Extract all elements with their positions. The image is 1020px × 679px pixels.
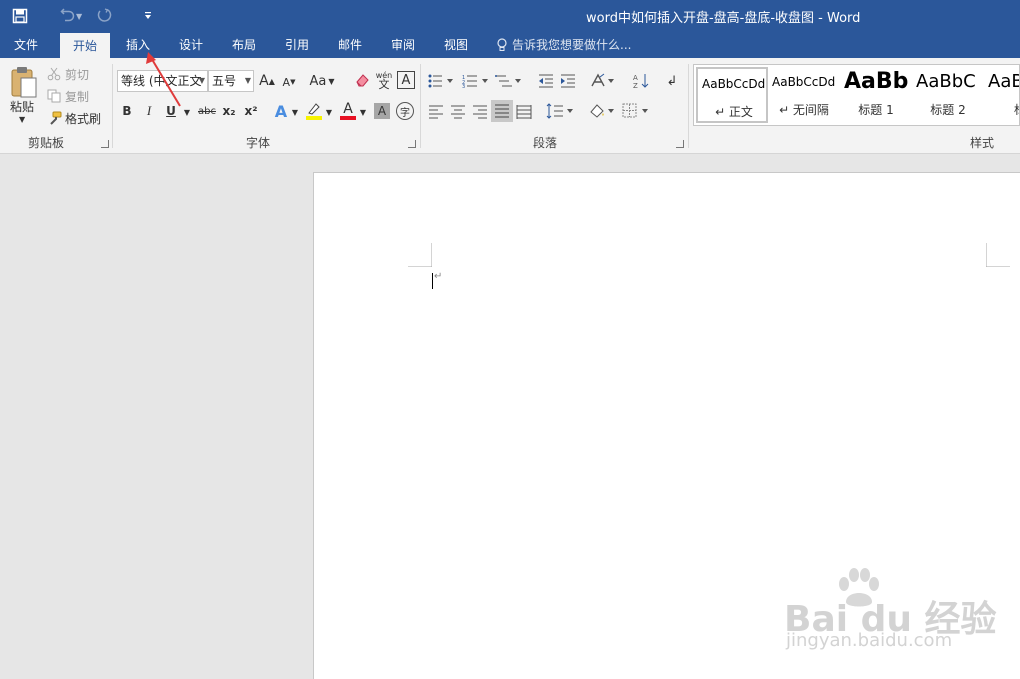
svg-text:A: A <box>633 74 638 82</box>
superscript-button[interactable]: x² <box>242 101 260 121</box>
clipboard-group-label: 剪贴板 <box>28 136 65 150</box>
group-separator <box>688 64 689 148</box>
watermark-url: jingyan.baidu.com <box>786 630 953 651</box>
group-separator <box>420 64 421 148</box>
bold-button[interactable]: B <box>119 101 135 121</box>
paste-label[interactable]: 粘贴 <box>10 98 34 115</box>
chinese-layout-icon[interactable] <box>589 71 617 91</box>
cut-label[interactable]: 剪切 <box>65 66 89 83</box>
annotation-arrow <box>146 52 181 107</box>
format-painter-icon[interactable] <box>46 110 62 126</box>
tab-home[interactable]: 开始 <box>60 33 110 58</box>
multilevel-list-icon[interactable] <box>495 72 523 90</box>
style-title[interactable]: AaB 标 <box>984 67 1019 123</box>
tab-view[interactable]: 视图 <box>432 32 480 58</box>
strikethrough-button[interactable]: abc <box>196 101 218 121</box>
decrease-indent-icon[interactable] <box>537 72 555 90</box>
copy-label[interactable]: 复制 <box>65 88 89 105</box>
styles-group-label: 样式 <box>970 136 995 150</box>
svg-text:Z: Z <box>633 82 638 89</box>
style-no-spacing[interactable]: AaBbCcDd ↵ 无间隔 <box>768 67 840 123</box>
numbering-icon[interactable]: 123 <box>461 72 491 90</box>
increase-indent-icon[interactable] <box>559 72 577 90</box>
customize-icon[interactable] <box>134 2 162 30</box>
text-effects-dropdown-icon[interactable]: ▼ <box>290 103 300 121</box>
distributed-icon[interactable] <box>515 103 533 121</box>
font-size-combobox[interactable]: 五号 ▼ <box>208 70 254 92</box>
font-color-icon[interactable]: A <box>338 100 358 122</box>
svg-text:3: 3 <box>462 84 465 88</box>
cut-icon[interactable] <box>46 66 62 82</box>
font-color-dropdown-icon[interactable]: ▼ <box>358 103 368 121</box>
text-cursor <box>432 273 433 289</box>
text-effects-icon[interactable]: A <box>272 101 290 121</box>
tab-mailings[interactable]: 邮件 <box>326 32 374 58</box>
highlight-color-icon[interactable] <box>304 100 324 122</box>
subscript-button[interactable]: x₂ <box>220 101 238 121</box>
enclose-characters-icon[interactable]: 字 <box>396 102 414 120</box>
group-separator <box>112 64 113 148</box>
redo-icon[interactable] <box>90 2 118 30</box>
font-size-value: 五号 <box>212 74 237 88</box>
paragraph-launcher-icon[interactable] <box>676 140 684 148</box>
change-case-icon[interactable]: Aa ▼ <box>308 71 336 91</box>
styles-gallery: AaBbCcDd ↵ 正文 AaBbCcDd ↵ 无间隔 AaBb 标题 1 A… <box>693 64 1020 126</box>
shading-icon[interactable] <box>587 101 617 121</box>
font-name-dropdown-icon[interactable]: ▼ <box>199 71 205 91</box>
sort-icon[interactable]: AZ <box>631 71 651 91</box>
save-icon[interactable] <box>6 2 34 30</box>
paste-icon[interactable] <box>8 66 40 100</box>
copy-icon[interactable] <box>46 88 62 104</box>
line-spacing-icon[interactable] <box>545 101 575 121</box>
tab-layout[interactable]: 布局 <box>220 32 268 58</box>
tab-file[interactable]: 文件 <box>0 32 52 58</box>
style-heading-2[interactable]: AaBbC 标题 2 <box>912 67 984 123</box>
character-border-icon[interactable]: A <box>397 71 415 89</box>
title-bar: ▼ word中如何插入开盘-盘高-盘底-收盘图 - Word <box>0 0 1020 32</box>
justify-icon[interactable] <box>491 100 513 122</box>
grow-font-icon[interactable]: A ▲ <box>259 71 275 91</box>
paste-dropdown-icon[interactable]: ▼ <box>19 115 25 124</box>
bullets-icon[interactable] <box>427 72 455 90</box>
paragraph-group-label: 段落 <box>533 136 558 150</box>
tell-me-text: 告诉我您想要做什么... <box>512 38 632 52</box>
align-center-icon[interactable] <box>449 103 467 121</box>
align-right-icon[interactable] <box>471 103 489 121</box>
paragraph-mark-icon: ↵ <box>434 271 443 282</box>
font-size-dropdown-icon[interactable]: ▼ <box>245 71 251 91</box>
clear-formatting-icon[interactable] <box>353 71 371 89</box>
undo-dropdown-icon[interactable]: ▼ <box>76 12 82 21</box>
show-paragraph-marks-icon[interactable]: ↲ <box>664 71 680 91</box>
phonetic-guide-icon[interactable]: wén 文 <box>375 69 393 91</box>
tell-me-box[interactable]: 告诉我您想要做什么... <box>496 32 631 58</box>
highlight-dropdown-icon[interactable]: ▼ <box>324 103 334 121</box>
align-left-icon[interactable] <box>427 103 445 121</box>
style-normal[interactable]: AaBbCcDd ↵ 正文 <box>696 67 768 123</box>
quick-access-toolbar: ▼ <box>0 0 162 32</box>
lightbulb-icon <box>497 38 507 51</box>
character-shading-icon[interactable]: A <box>374 103 390 119</box>
borders-icon[interactable] <box>621 101 651 121</box>
tab-references[interactable]: 引用 <box>273 32 321 58</box>
font-group-label: 字体 <box>246 136 271 150</box>
clipboard-launcher-icon[interactable] <box>101 140 109 148</box>
window-title: word中如何插入开盘-盘高-盘底-收盘图 - Word <box>586 11 861 26</box>
tab-review[interactable]: 审阅 <box>379 32 427 58</box>
font-launcher-icon[interactable] <box>408 140 416 148</box>
shrink-font-icon[interactable]: A ▼ <box>281 73 297 91</box>
margin-corner-top-right <box>986 243 1010 267</box>
margin-corner-top-left <box>408 243 432 267</box>
style-heading-1[interactable]: AaBb 标题 1 <box>840 67 912 123</box>
format-painter-label[interactable]: 格式刷 <box>65 110 101 127</box>
